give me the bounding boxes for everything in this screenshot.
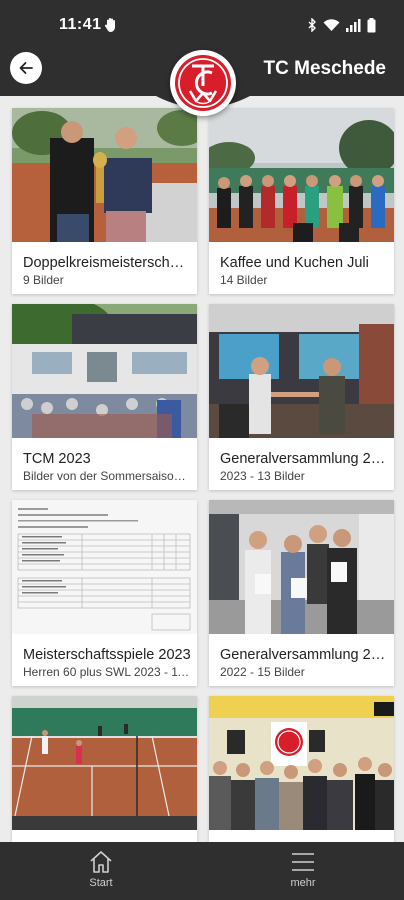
- album-photo: [12, 500, 197, 634]
- signal-icon: [346, 18, 361, 32]
- nav-item-mehr[interactable]: mehr: [263, 850, 343, 896]
- nav-item-start[interactable]: Start: [61, 850, 141, 896]
- album-card[interactable]: Doppelkreismeisterschaften 9 Bilder: [12, 108, 197, 294]
- album-photo: [209, 500, 394, 634]
- nav-label-start: Start: [89, 877, 113, 889]
- album-photo: [209, 304, 394, 438]
- hand-icon: [104, 18, 115, 32]
- album-photo: [12, 108, 197, 242]
- battery-icon: [367, 17, 376, 32]
- home-icon: [90, 851, 112, 873]
- album-photo: [209, 696, 394, 830]
- album-subtitle: Bilder von der Sommersaison 2023: [23, 469, 191, 483]
- album-title: Generalversammlung 2022: [220, 647, 388, 663]
- album-photo: [12, 696, 197, 830]
- bottom-navigation: Start mehr: [0, 842, 404, 900]
- album-subtitle: 14 Bilder: [220, 273, 268, 287]
- page-title: TC Meschede: [263, 58, 386, 79]
- album-photo: [209, 108, 394, 242]
- album-title: Doppelkreismeisterschaften: [23, 255, 191, 271]
- album-subtitle: 9 Bilder: [23, 273, 64, 287]
- album-subtitle: 2022 - 15 Bilder: [220, 665, 305, 679]
- nav-label-mehr: mehr: [290, 877, 316, 889]
- status-bar: 11:41: [0, 0, 404, 48]
- album-title: Kaffee und Kuchen Juli: [220, 255, 369, 271]
- album-card[interactable]: Kaffee und Kuchen Juli 14 Bilder: [209, 108, 394, 294]
- club-logo: [170, 50, 236, 116]
- status-icons: [308, 16, 376, 34]
- album-title: TCM 2023: [23, 451, 91, 467]
- album-card[interactable]: TCM 2023 Bilder von der Sommersaison 202…: [12, 304, 197, 490]
- album-card[interactable]: Meisterschaftsspiele 2023 Herren 60 plus…: [12, 500, 197, 686]
- back-button[interactable]: [10, 52, 42, 84]
- album-subtitle: 2023 - 13 Bilder: [220, 469, 305, 483]
- album-card[interactable]: Generalversammlung 2022 2022 - 15 Bilder: [209, 500, 394, 686]
- album-title: Generalversammlung 2023: [220, 451, 388, 467]
- status-time: 11:41: [59, 16, 102, 33]
- bluetooth-icon: [308, 18, 316, 32]
- arrow-left-icon: [19, 62, 33, 74]
- album-subtitle: Herren 60 plus SWL 2023 - 11 Bilder: [23, 665, 191, 679]
- menu-icon: [292, 853, 314, 871]
- album-photo: [12, 304, 197, 438]
- album-title: Meisterschaftsspiele 2023: [23, 647, 191, 663]
- album-card[interactable]: Generalversammlung 2023 2023 - 13 Bilder: [209, 304, 394, 490]
- wifi-icon: [323, 18, 340, 31]
